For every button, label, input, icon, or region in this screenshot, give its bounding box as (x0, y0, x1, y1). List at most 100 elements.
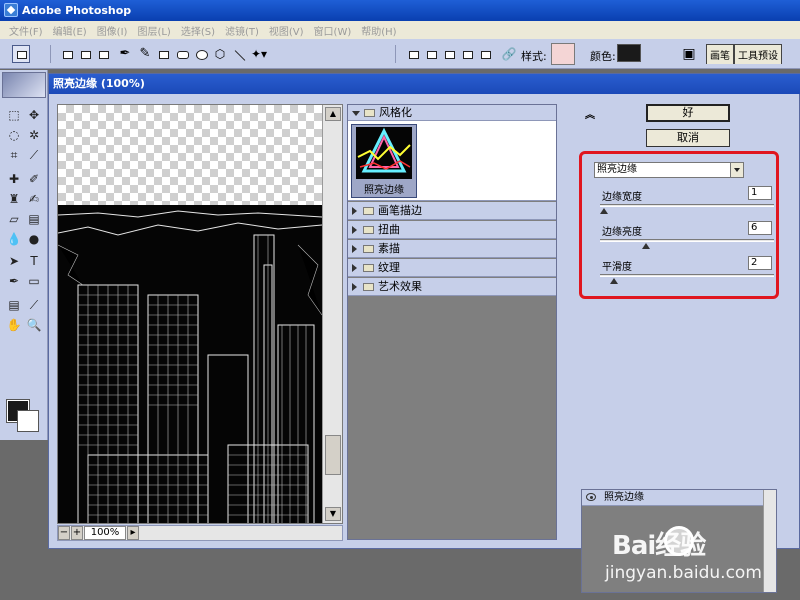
category-distort[interactable]: 扭曲 (348, 221, 556, 239)
category-label: 艺术效果 (378, 280, 422, 293)
eraser-icon[interactable]: ▱ (4, 210, 24, 228)
zoom-out-button[interactable]: − (58, 526, 70, 540)
healing-brush-icon[interactable]: ✚ (4, 170, 24, 188)
effect-layer-row[interactable]: 照亮边缘 (582, 490, 764, 506)
move-tool-icon[interactable]: ✥ (24, 106, 44, 124)
menu-filter[interactable]: 滤镜(T) (220, 23, 264, 38)
zoom-level[interactable]: 100% (84, 526, 126, 540)
app-title: Adobe Photoshop (22, 4, 132, 17)
file-browser-icon[interactable]: ▣ (680, 45, 698, 63)
zoom-in-button[interactable]: + (71, 526, 83, 540)
background-color[interactable] (17, 410, 39, 432)
freeform-pen-icon[interactable]: ✎ (136, 45, 154, 63)
collapsed-triangle-icon (352, 207, 357, 215)
history-brush-icon[interactable]: ✍ (24, 190, 44, 208)
category-artistic[interactable]: 艺术效果 (348, 278, 556, 296)
collapsed-triangle-icon (352, 264, 357, 272)
watermark-url: jingyan.baidu.com (605, 563, 762, 583)
intersect-shape-icon[interactable] (458, 45, 476, 63)
menu-view[interactable]: 视图(V) (264, 23, 309, 38)
menu-window[interactable]: 窗口(W) (309, 23, 357, 38)
scroll-down-icon[interactable]: ▼ (325, 507, 341, 521)
shape-tool-icon[interactable]: ▭ (24, 272, 44, 290)
app-title-bar: Adobe Photoshop (0, 0, 800, 21)
exclude-shape-icon[interactable] (476, 45, 494, 63)
magic-wand-icon[interactable]: ✲ (24, 126, 44, 144)
menu-bar: 文件(F) 编辑(E) 图像(I) 图层(L) 选择(S) 滤镜(T) 视图(V… (0, 21, 800, 39)
pen-icon[interactable]: ✒ (116, 45, 134, 63)
expanded-triangle-icon (352, 110, 360, 116)
separator (395, 45, 396, 63)
menu-file[interactable]: 文件(F) (4, 23, 48, 38)
lasso-tool-icon[interactable]: ◌ (4, 126, 24, 144)
menu-edit[interactable]: 编辑(E) (48, 23, 92, 38)
ok-button[interactable]: 好 (646, 104, 730, 122)
category-sketch[interactable]: 素描 (348, 240, 556, 258)
toolbox: ⬚ ✥ ◌ ✲ ⌗ ⟋ ✚ ✐ ♜ ✍ ▱ ▤ 💧 ● ➤ T ✒ ▭ ▤ ⟋ … (0, 70, 48, 440)
tab-tool-presets[interactable]: 工具预设 (734, 44, 782, 64)
ellipse-icon[interactable] (192, 45, 210, 63)
brush-tool-icon[interactable]: ✐ (24, 170, 44, 188)
menu-image[interactable]: 图像(I) (92, 23, 133, 38)
category-label: 画笔描边 (378, 204, 422, 217)
zoom-tool-icon[interactable]: 🔍 (24, 316, 44, 334)
hand-tool-icon[interactable]: ✋ (4, 316, 24, 334)
adobe-online-icon[interactable] (2, 72, 46, 98)
line-icon[interactable] (230, 45, 248, 63)
zoom-bar: − + 100% ▸ (57, 525, 343, 541)
crop-tool-icon[interactable]: ⌗ (4, 146, 24, 164)
thumbnail-image (356, 127, 412, 179)
style-label: 样式: (521, 50, 547, 63)
style-swatch[interactable] (551, 43, 575, 65)
color-swatch[interactable] (617, 44, 641, 62)
preview-area[interactable]: ▲ ▼ (57, 104, 343, 524)
type-tool-icon[interactable]: T (24, 252, 44, 270)
menu-layer[interactable]: 图层(L) (132, 23, 175, 38)
eyedropper-icon[interactable]: ⟋ (24, 296, 44, 314)
cancel-button[interactable]: 取消 (646, 129, 730, 147)
notes-tool-icon[interactable]: ▤ (4, 296, 24, 314)
folder-icon (363, 283, 374, 291)
path-icon[interactable] (76, 45, 94, 63)
scroll-thumb[interactable] (325, 435, 341, 475)
dodge-tool-icon[interactable]: ● (24, 230, 44, 248)
menu-help[interactable]: 帮助(H) (356, 23, 401, 38)
menu-select[interactable]: 选择(S) (176, 23, 220, 38)
slice-tool-icon[interactable]: ⟋ (24, 146, 44, 164)
polygon-icon[interactable]: ⬡ (211, 45, 229, 63)
layers-scrollbar[interactable] (763, 490, 776, 592)
preview-vertical-scrollbar[interactable]: ▲ ▼ (322, 105, 342, 523)
tool-preset-button[interactable] (12, 45, 30, 63)
category-stylize-header[interactable]: 风格化 (348, 105, 556, 121)
create-new-shape-icon[interactable] (404, 45, 422, 63)
pen-tool-icon[interactable]: ✒ (4, 272, 24, 290)
scroll-up-icon[interactable]: ▲ (325, 107, 341, 121)
fill-pixels-icon[interactable] (94, 45, 112, 63)
transparent-checkerboard (58, 105, 342, 205)
link-icon[interactable]: 🔗 (500, 45, 518, 63)
category-label: 素描 (378, 242, 400, 255)
tab-brushes[interactable]: 画笔 (706, 44, 734, 64)
marquee-tool-icon[interactable]: ⬚ (4, 106, 24, 124)
filter-thumbnail-glowing-edges[interactable]: 照亮边缘 (351, 124, 417, 198)
path-select-icon[interactable]: ➤ (4, 252, 24, 270)
subtract-shape-icon[interactable] (440, 45, 458, 63)
zoom-menu-icon[interactable]: ▸ (127, 526, 139, 540)
rounded-rectangle-icon[interactable] (173, 45, 191, 63)
filter-category-list: 风格化 照亮边缘 画笔描边 扭曲 素描 纹理 艺术效果 (347, 104, 557, 540)
rectangle-icon[interactable] (154, 45, 172, 63)
add-to-shape-icon[interactable] (422, 45, 440, 63)
collapsed-triangle-icon (352, 245, 357, 253)
category-texture[interactable]: 纹理 (348, 259, 556, 277)
color-label: 颜色: (590, 50, 616, 63)
collapse-gallery-icon[interactable]: ︽ (585, 106, 595, 121)
blur-tool-icon[interactable]: 💧 (4, 230, 24, 248)
shape-layer-icon[interactable] (58, 45, 76, 63)
options-bar: ✒ ✎ ⬡ ✦▾ 🔗 样式: 颜色: ▣ (0, 39, 800, 69)
custom-shape-icon[interactable]: ✦▾ (250, 45, 268, 63)
clone-stamp-icon[interactable]: ♜ (4, 190, 24, 208)
category-brush-strokes[interactable]: 画笔描边 (348, 202, 556, 220)
folder-icon (363, 207, 374, 215)
gradient-tool-icon[interactable]: ▤ (24, 210, 44, 228)
eye-icon[interactable] (586, 493, 596, 501)
